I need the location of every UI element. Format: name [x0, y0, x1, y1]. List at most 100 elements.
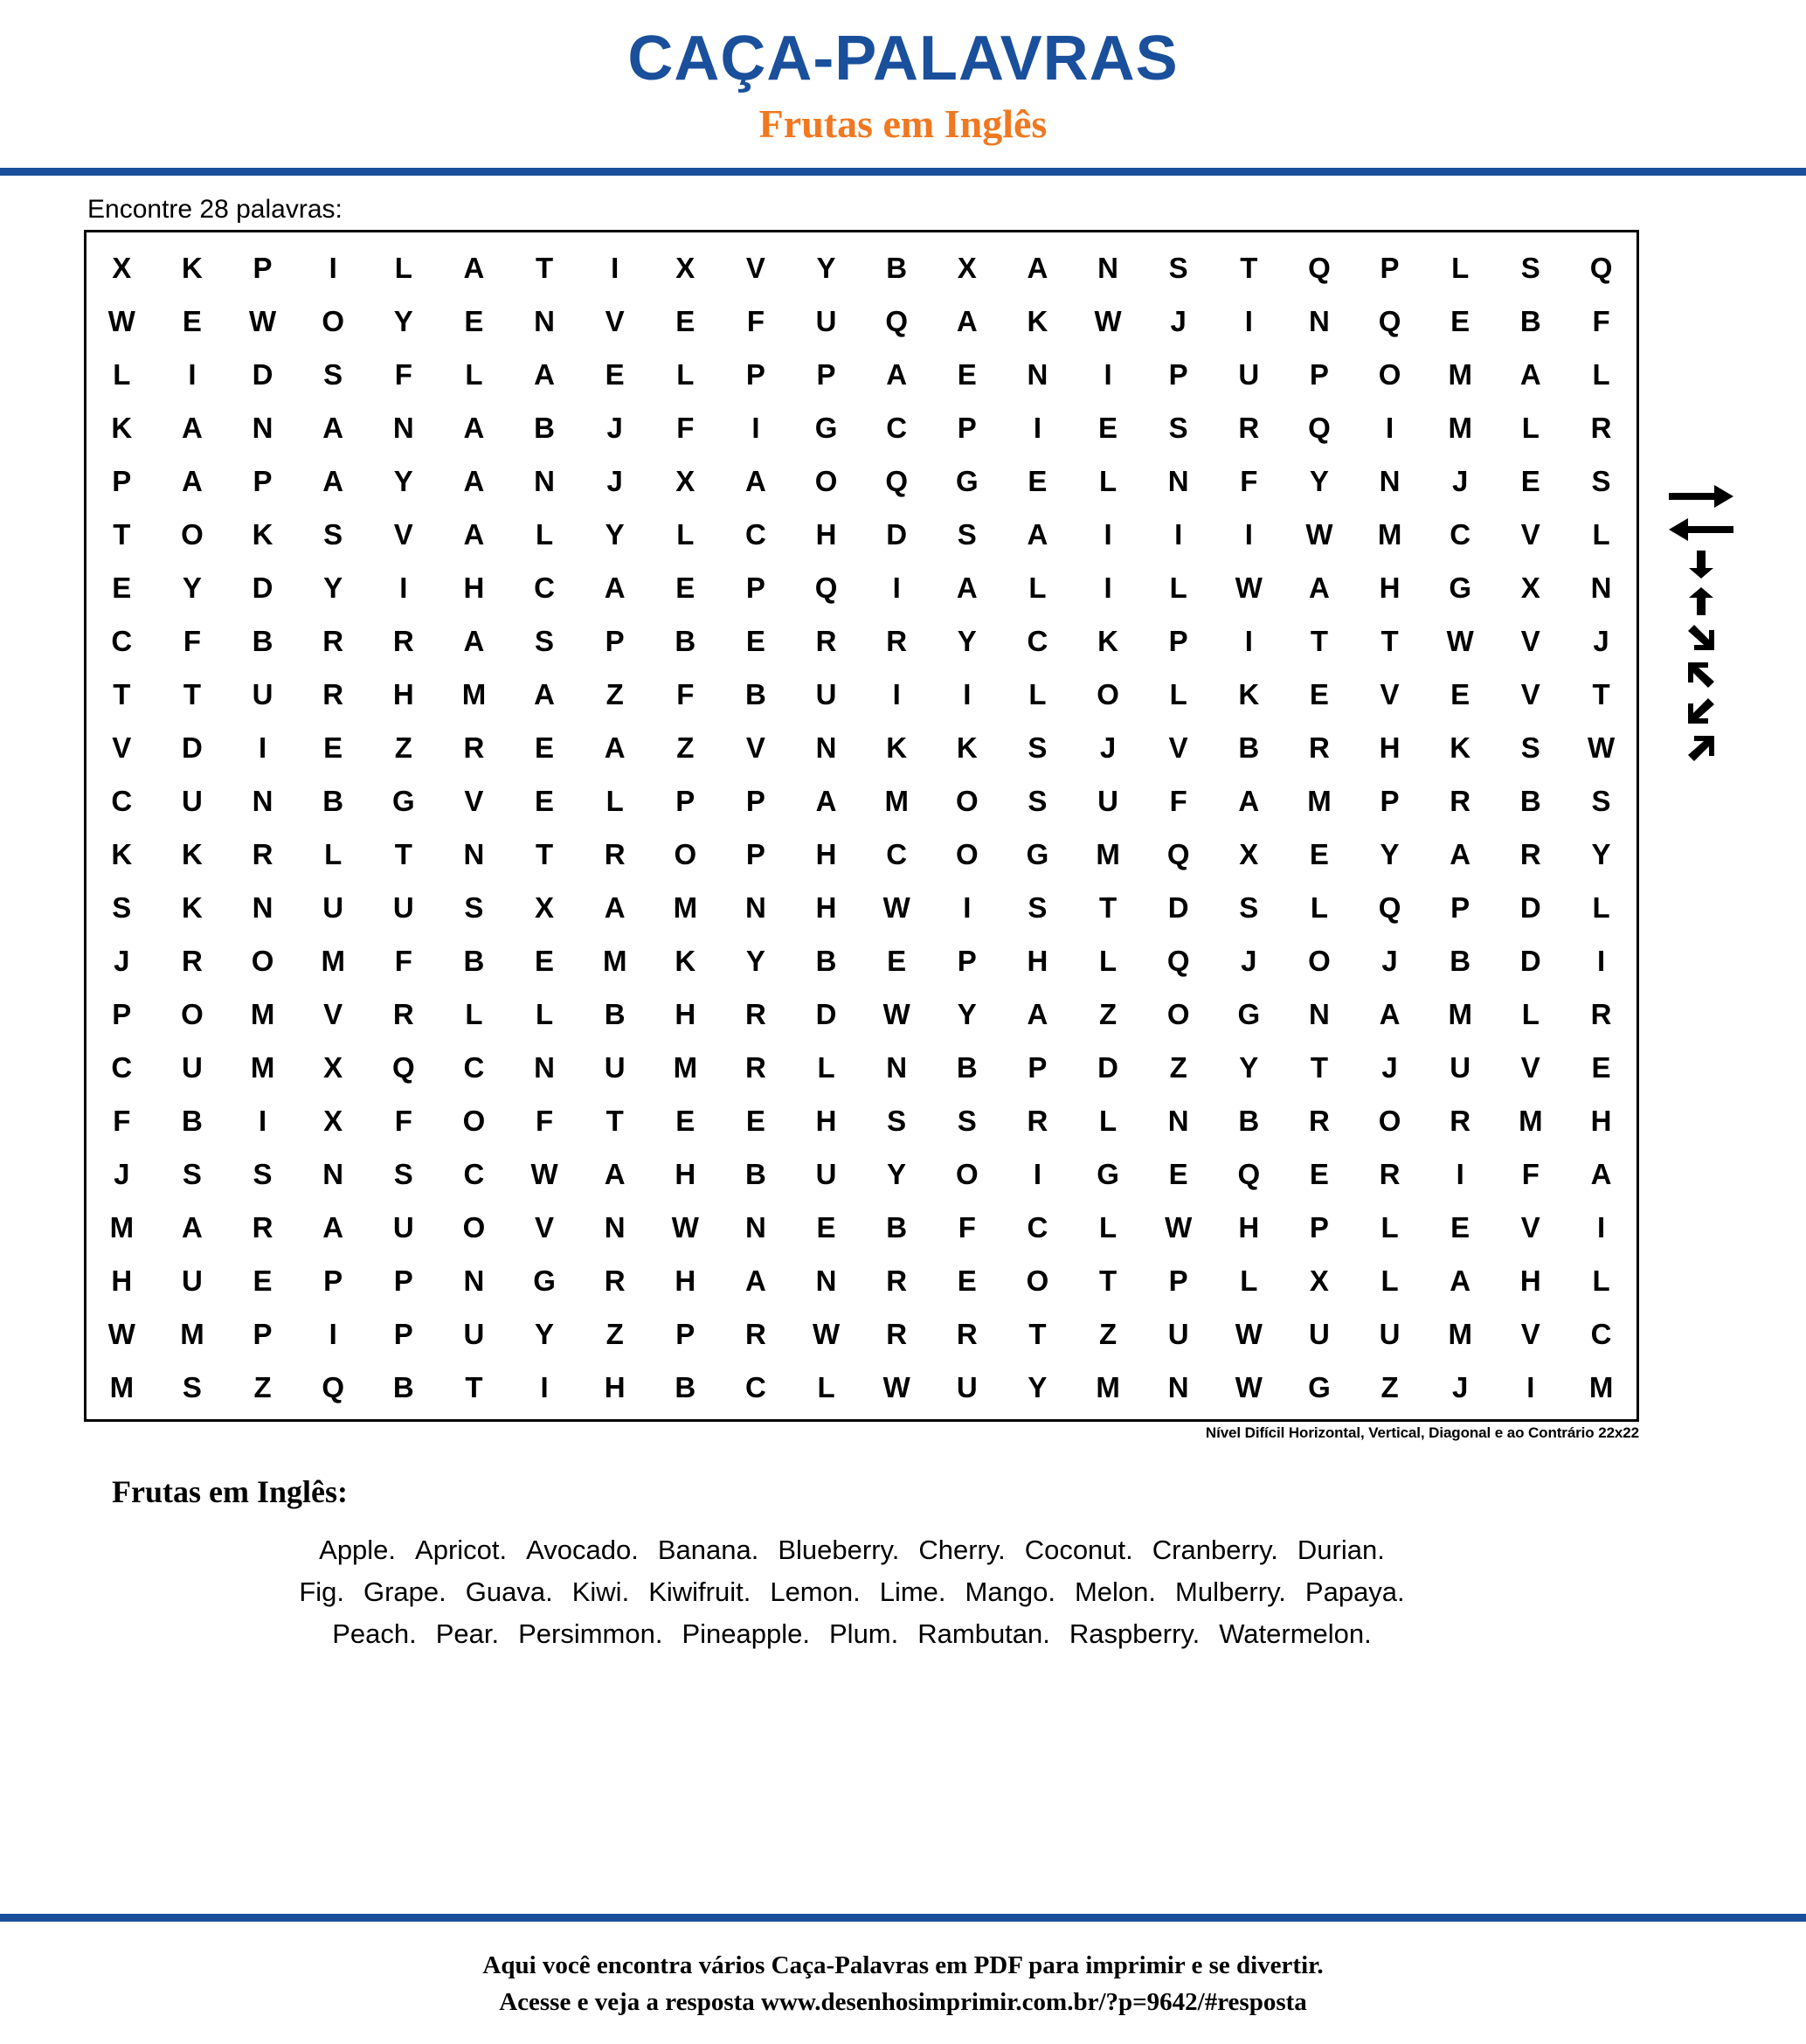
- grid-cell[interactable]: A: [1496, 348, 1567, 401]
- grid-cell[interactable]: R: [1425, 1094, 1496, 1147]
- grid-cell[interactable]: K: [861, 721, 932, 774]
- grid-cell[interactable]: E: [1566, 1041, 1636, 1094]
- grid-cell[interactable]: Y: [721, 934, 792, 987]
- grid-cell[interactable]: S: [1496, 241, 1567, 294]
- grid-cell[interactable]: R: [1284, 721, 1355, 774]
- grid-cell[interactable]: X: [86, 241, 157, 294]
- grid-cell[interactable]: F: [86, 1094, 157, 1147]
- grid-cell[interactable]: U: [1425, 1041, 1496, 1094]
- grid-cell[interactable]: A: [439, 241, 509, 294]
- grid-cell[interactable]: O: [932, 828, 1003, 881]
- grid-cell[interactable]: I: [861, 561, 932, 614]
- grid-cell[interactable]: Y: [1354, 828, 1425, 881]
- grid-cell[interactable]: T: [1073, 881, 1144, 934]
- grid-cell[interactable]: A: [579, 561, 650, 614]
- grid-cell[interactable]: A: [1214, 774, 1284, 828]
- grid-cell[interactable]: E: [1284, 1147, 1355, 1201]
- grid-cell[interactable]: V: [1496, 1307, 1567, 1361]
- grid-cell[interactable]: K: [1214, 668, 1284, 721]
- grid-cell[interactable]: N: [1566, 561, 1636, 614]
- grid-cell[interactable]: Z: [369, 721, 439, 774]
- grid-cell[interactable]: T: [86, 668, 157, 721]
- grid-cell[interactable]: X: [1284, 1254, 1355, 1307]
- grid-cell[interactable]: C: [439, 1147, 509, 1201]
- grid-cell[interactable]: N: [1284, 294, 1355, 348]
- grid-cell[interactable]: K: [1425, 721, 1496, 774]
- grid-cell[interactable]: G: [1284, 1361, 1355, 1414]
- grid-cell[interactable]: C: [1425, 508, 1496, 561]
- grid-cell[interactable]: J: [1214, 934, 1284, 987]
- grid-cell[interactable]: A: [1002, 241, 1073, 294]
- grid-cell[interactable]: S: [1143, 241, 1214, 294]
- grid-cell[interactable]: B: [791, 934, 861, 987]
- grid-cell[interactable]: N: [1143, 454, 1214, 508]
- grid-cell[interactable]: M: [1566, 1361, 1636, 1414]
- grid-cell[interactable]: L: [298, 828, 369, 881]
- grid-cell[interactable]: D: [227, 561, 298, 614]
- grid-cell[interactable]: V: [1496, 668, 1567, 721]
- grid-cell[interactable]: I: [1002, 401, 1073, 454]
- grid-cell[interactable]: C: [86, 614, 157, 668]
- grid-cell[interactable]: H: [86, 1254, 157, 1307]
- grid-cell[interactable]: M: [1354, 508, 1425, 561]
- grid-cell[interactable]: U: [157, 1041, 228, 1094]
- grid-cell[interactable]: O: [1354, 1094, 1425, 1147]
- grid-cell[interactable]: J: [86, 934, 157, 987]
- grid-cell[interactable]: W: [861, 1361, 932, 1414]
- grid-cell[interactable]: F: [369, 934, 439, 987]
- grid-cell[interactable]: E: [579, 348, 650, 401]
- grid-cell[interactable]: Q: [791, 561, 861, 614]
- grid-cell[interactable]: M: [861, 774, 932, 828]
- grid-cell[interactable]: Q: [1214, 1147, 1284, 1201]
- grid-cell[interactable]: E: [227, 1254, 298, 1307]
- grid-cell[interactable]: Y: [932, 987, 1003, 1041]
- grid-cell[interactable]: L: [1214, 1254, 1284, 1307]
- grid-cell[interactable]: V: [1496, 508, 1567, 561]
- grid-cell[interactable]: S: [227, 1147, 298, 1201]
- grid-cell[interactable]: J: [1073, 721, 1144, 774]
- grid-cell[interactable]: B: [227, 614, 298, 668]
- grid-cell[interactable]: W: [227, 294, 298, 348]
- grid-cell[interactable]: N: [439, 828, 509, 881]
- grid-cell[interactable]: Y: [1566, 828, 1636, 881]
- grid-cell[interactable]: B: [1425, 934, 1496, 987]
- grid-cell[interactable]: O: [932, 1147, 1003, 1201]
- grid-cell[interactable]: P: [932, 934, 1003, 987]
- grid-cell[interactable]: P: [1354, 774, 1425, 828]
- grid-cell[interactable]: F: [1496, 1147, 1567, 1201]
- grid-cell[interactable]: Z: [650, 721, 721, 774]
- grid-cell[interactable]: X: [650, 454, 721, 508]
- grid-cell[interactable]: T: [157, 668, 228, 721]
- grid-cell[interactable]: B: [509, 401, 580, 454]
- grid-cell[interactable]: D: [157, 721, 228, 774]
- grid-cell[interactable]: O: [1354, 348, 1425, 401]
- grid-cell[interactable]: N: [1073, 241, 1144, 294]
- grid-cell[interactable]: G: [509, 1254, 580, 1307]
- grid-cell[interactable]: R: [579, 1254, 650, 1307]
- grid-cell[interactable]: L: [1566, 1254, 1636, 1307]
- grid-cell[interactable]: O: [650, 828, 721, 881]
- grid-cell[interactable]: E: [509, 721, 580, 774]
- grid-cell[interactable]: E: [932, 348, 1003, 401]
- grid-cell[interactable]: R: [721, 987, 792, 1041]
- grid-cell[interactable]: P: [227, 1307, 298, 1361]
- grid-cell[interactable]: L: [509, 987, 580, 1041]
- grid-cell[interactable]: G: [791, 401, 861, 454]
- grid-cell[interactable]: A: [579, 721, 650, 774]
- grid-cell[interactable]: Q: [861, 454, 932, 508]
- grid-cell[interactable]: P: [369, 1307, 439, 1361]
- grid-cell[interactable]: O: [439, 1094, 509, 1147]
- grid-cell[interactable]: H: [791, 828, 861, 881]
- grid-cell[interactable]: P: [721, 828, 792, 881]
- grid-cell[interactable]: E: [861, 934, 932, 987]
- grid-cell[interactable]: H: [791, 881, 861, 934]
- grid-cell[interactable]: S: [1143, 401, 1214, 454]
- grid-cell[interactable]: V: [509, 1201, 580, 1254]
- grid-cell[interactable]: I: [509, 1361, 580, 1414]
- grid-cell[interactable]: O: [791, 454, 861, 508]
- grid-cell[interactable]: U: [157, 1254, 228, 1307]
- grid-cell[interactable]: L: [650, 508, 721, 561]
- grid-cell[interactable]: M: [1284, 774, 1355, 828]
- grid-cell[interactable]: V: [86, 721, 157, 774]
- grid-cell[interactable]: M: [86, 1201, 157, 1254]
